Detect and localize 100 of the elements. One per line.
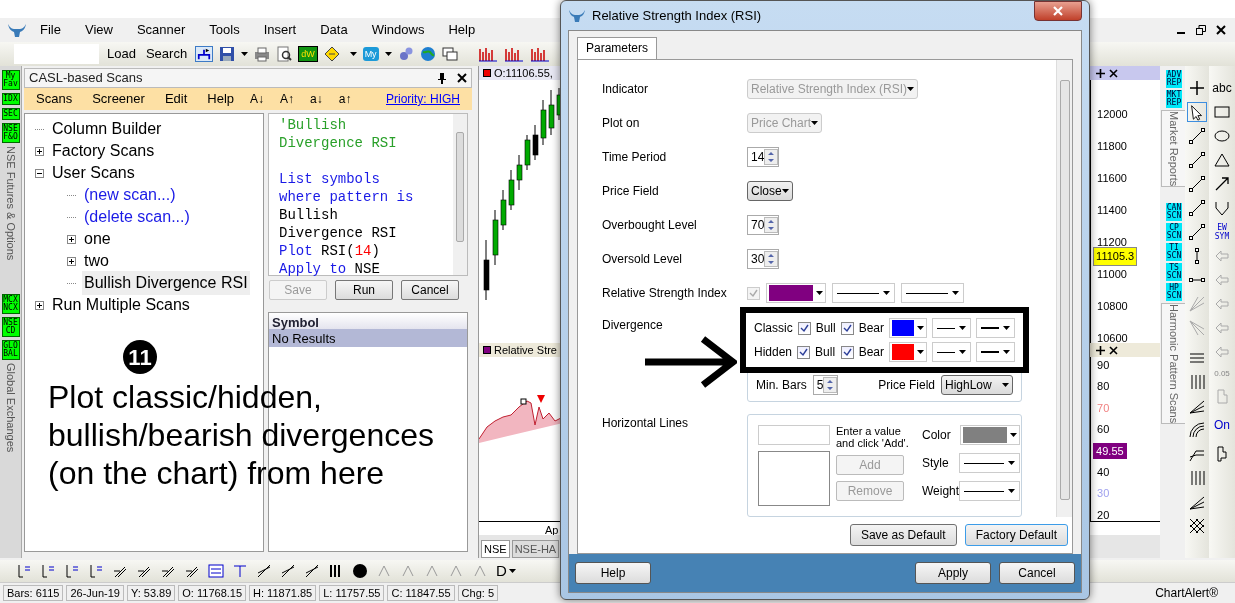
dialog-button[interactable]: Factory Default — [964, 524, 1068, 546]
menu-item[interactable]: Help — [207, 89, 235, 109]
exchange-button[interactable]: GLO BAL — [1, 340, 20, 361]
wave-symbol-tool[interactable]: EW SYM — [1213, 223, 1231, 241]
dropdown[interactable]: HighLow — [941, 375, 1013, 395]
bar-label-icon[interactable] — [16, 563, 32, 579]
checkbox[interactable] — [797, 345, 811, 359]
ellipse-icon[interactable] — [1213, 127, 1231, 145]
dialog-button[interactable]: Apply — [915, 562, 991, 584]
curve-icon[interactable] — [1213, 199, 1231, 217]
expand-icon[interactable] — [67, 234, 76, 244]
tree-item[interactable]: two — [82, 249, 111, 273]
line-style-icon[interactable] — [304, 563, 320, 579]
menu-item[interactable]: Screener — [92, 89, 145, 109]
line-weight-dropdown[interactable] — [976, 318, 1016, 338]
dialog-button[interactable]: Save as Default — [849, 524, 957, 546]
line-tool-icon[interactable] — [1188, 151, 1206, 169]
line-style-dropdown[interactable] — [959, 453, 1021, 473]
tree-item[interactable]: Run Multiple Scans — [50, 293, 192, 317]
color-swatch[interactable] — [963, 427, 1008, 443]
pointer-icon[interactable] — [1187, 102, 1207, 122]
triangle-icon[interactable] — [1213, 151, 1231, 169]
exchange-button[interactable]: MCX NCX — [1, 294, 20, 315]
result-row[interactable]: No Results — [269, 329, 467, 347]
line-tool-icon[interactable] — [1188, 199, 1206, 217]
print-preview-icon[interactable] — [276, 46, 293, 62]
exchange-button[interactable]: SEC — [1, 108, 20, 120]
dialog-button[interactable]: Cancel — [999, 562, 1075, 584]
column-header[interactable]: Symbol — [269, 313, 467, 329]
dropdown[interactable]: Close — [747, 181, 793, 201]
color-dropdown[interactable] — [889, 318, 928, 338]
tree-item[interactable]: Bullish Divergence RSI — [82, 271, 250, 295]
color-dropdown[interactable] — [960, 425, 1021, 445]
menu-item[interactable]: File — [34, 20, 67, 40]
hierarchy-icon[interactable] — [195, 46, 214, 62]
time-zones-icon[interactable] — [1188, 373, 1206, 391]
close-button[interactable] — [1034, 0, 1082, 21]
color-swatch[interactable] — [892, 344, 914, 360]
tree-item[interactable]: (delete scan...) — [82, 205, 192, 229]
tree-item[interactable]: User Scans — [50, 161, 137, 185]
add-icon[interactable] — [1096, 345, 1106, 355]
spinner-field[interactable]: 30 — [747, 249, 780, 269]
menu-item[interactable]: Tools — [203, 20, 246, 40]
line-style-dropdown[interactable] — [932, 318, 972, 338]
case-button[interactable]: A↑ — [280, 90, 295, 108]
restore-icon[interactable] — [1195, 24, 1207, 36]
dropdown-button[interactable]: D — [496, 559, 516, 583]
menu-item[interactable]: Windows — [365, 20, 431, 40]
spin-arrows-icon[interactable] — [764, 217, 779, 233]
expand-icon[interactable] — [35, 146, 44, 156]
sheet-tab[interactable]: NSE-HA — [511, 540, 560, 558]
spin-arrows-icon[interactable] — [764, 149, 779, 165]
menu-item[interactable]: View — [78, 20, 119, 40]
pin-icon[interactable] — [437, 72, 447, 84]
checkbox[interactable] — [840, 321, 854, 335]
lines-listbox[interactable] — [758, 451, 830, 506]
spinner-field[interactable]: 5 — [812, 375, 839, 395]
report-button[interactable]: TS SCN — [1166, 263, 1182, 282]
report-button[interactable]: CP SCN — [1166, 223, 1182, 242]
bar-chart-icon[interactable] — [477, 46, 498, 62]
menu-item[interactable]: Insert — [257, 20, 303, 40]
report-button[interactable]: ADV REP — [1166, 70, 1182, 88]
vertical-tab[interactable]: Global Exchanges — [0, 363, 23, 453]
collapse-icon[interactable] — [35, 168, 44, 178]
crosshair-icon[interactable] — [1188, 79, 1206, 97]
windows-icon[interactable] — [441, 46, 458, 62]
vertical-tab[interactable]: NSE Futures & Options — [0, 146, 23, 261]
expand-icon[interactable] — [67, 256, 76, 266]
color-dropdown[interactable] — [766, 283, 826, 303]
menu-item[interactable]: Scans — [36, 89, 73, 109]
rectangle-icon[interactable] — [1213, 103, 1231, 121]
line-style-dropdown[interactable] — [832, 283, 895, 303]
exchange-button[interactable]: NSE F&O — [1, 123, 20, 143]
close-icon[interactable] — [1215, 24, 1227, 36]
tree-item[interactable]: (new scan...) — [82, 183, 178, 207]
scrollbar[interactable] — [1056, 60, 1072, 517]
toggle-tool[interactable]: On — [1214, 416, 1230, 434]
close-icon[interactable] — [1109, 345, 1119, 355]
report-button[interactable]: CAN SCN — [1166, 203, 1182, 222]
color-dropdown[interactable] — [889, 342, 927, 362]
line-tool-icon[interactable] — [1188, 175, 1206, 193]
menu-item[interactable]: Edit — [164, 89, 188, 109]
cycle-lines-icon[interactable] — [1188, 469, 1206, 487]
dialog-button[interactable]: Help — [575, 562, 651, 584]
value-field[interactable] — [758, 425, 830, 445]
add-icon[interactable] — [1096, 68, 1106, 78]
volume-chart-icon[interactable] — [503, 46, 524, 62]
spinner-field[interactable]: 14 — [747, 147, 780, 167]
close-icon[interactable] — [1109, 68, 1119, 78]
line-weight-dropdown[interactable] — [959, 481, 1021, 501]
toolbar-button[interactable]: Search — [143, 44, 190, 64]
dialog-tab[interactable]: Parameters — [577, 37, 658, 59]
grid-icon[interactable] — [1188, 517, 1206, 535]
bar-label-icon[interactable] — [40, 563, 56, 579]
tree-item[interactable]: Factory Scans — [50, 139, 157, 163]
line-style-dropdown[interactable] — [932, 342, 971, 362]
report-button[interactable]: MKT REP — [1166, 90, 1182, 108]
bar-label-icon[interactable] — [88, 563, 104, 579]
tree-item[interactable]: Column Builder — [50, 117, 164, 141]
priority-link[interactable]: Priority: HIGH — [386, 90, 460, 108]
